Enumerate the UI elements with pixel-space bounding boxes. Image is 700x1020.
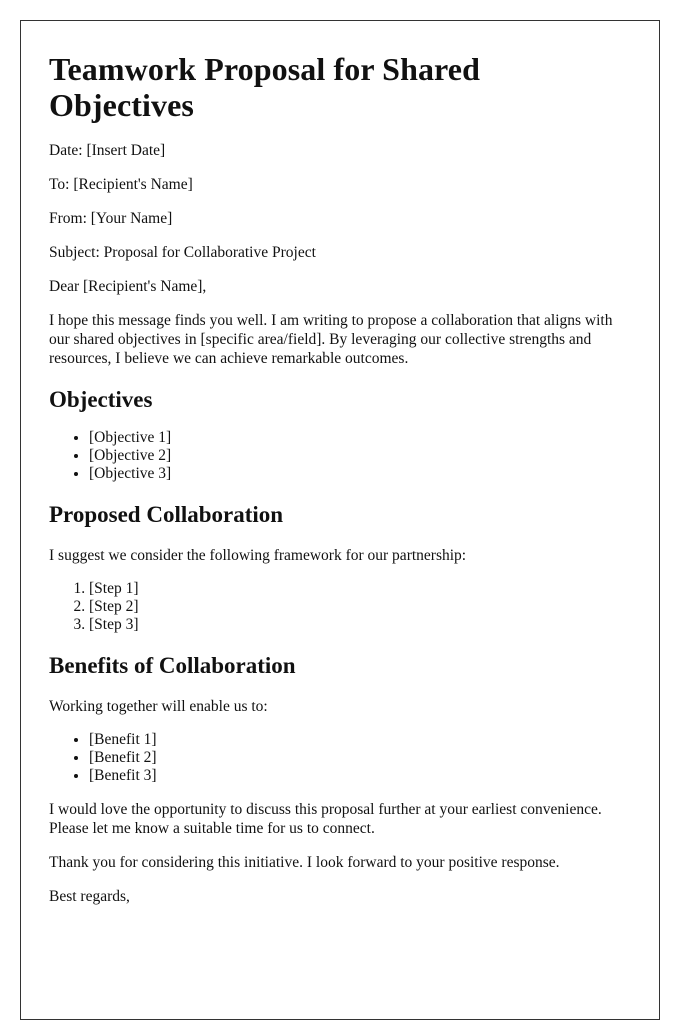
collaboration-heading: Proposed Collaboration (49, 502, 284, 527)
benefits-intro: Working together will enable us to: (49, 698, 268, 715)
steps-list: [Step 1] [Step 2] [Step 3] (49, 580, 631, 634)
thanks-paragraph: Thank you for considering this initiativ… (49, 854, 560, 871)
from-field: From: [Your Name] (49, 210, 173, 227)
signoff: Best regards, (49, 888, 130, 905)
benefit-item: [Benefit 3] (89, 767, 631, 785)
salutation: Dear [Recipient's Name], (49, 278, 207, 295)
collaboration-intro: I suggest we consider the following fram… (49, 547, 467, 564)
intro-paragraph: I hope this message finds you well. I am… (49, 312, 613, 367)
objectives-list: [Objective 1] [Objective 2] [Objective 3… (49, 429, 631, 483)
benefit-item: [Benefit 1] (89, 731, 631, 749)
page-title: Teamwork Proposal for Shared Objectives (49, 51, 480, 123)
benefits-heading: Benefits of Collaboration (49, 653, 296, 678)
objective-item: [Objective 3] (89, 465, 631, 483)
step-item: [Step 3] (89, 616, 631, 634)
objective-item: [Objective 2] (89, 447, 631, 465)
subject-field: Subject: Proposal for Collaborative Proj… (49, 244, 316, 261)
letter-container: Teamwork Proposal for Shared Objectives … (20, 20, 660, 1020)
objectives-heading: Objectives (49, 387, 153, 412)
date-field: Date: [Insert Date] (49, 142, 166, 159)
objective-item: [Objective 1] (89, 429, 631, 447)
closing-paragraph: I would love the opportunity to discuss … (49, 801, 602, 837)
step-item: [Step 1] (89, 580, 631, 598)
benefit-item: [Benefit 2] (89, 749, 631, 767)
benefits-list: [Benefit 1] [Benefit 2] [Benefit 3] (49, 731, 631, 785)
step-item: [Step 2] (89, 598, 631, 616)
to-field: To: [Recipient's Name] (49, 176, 193, 193)
